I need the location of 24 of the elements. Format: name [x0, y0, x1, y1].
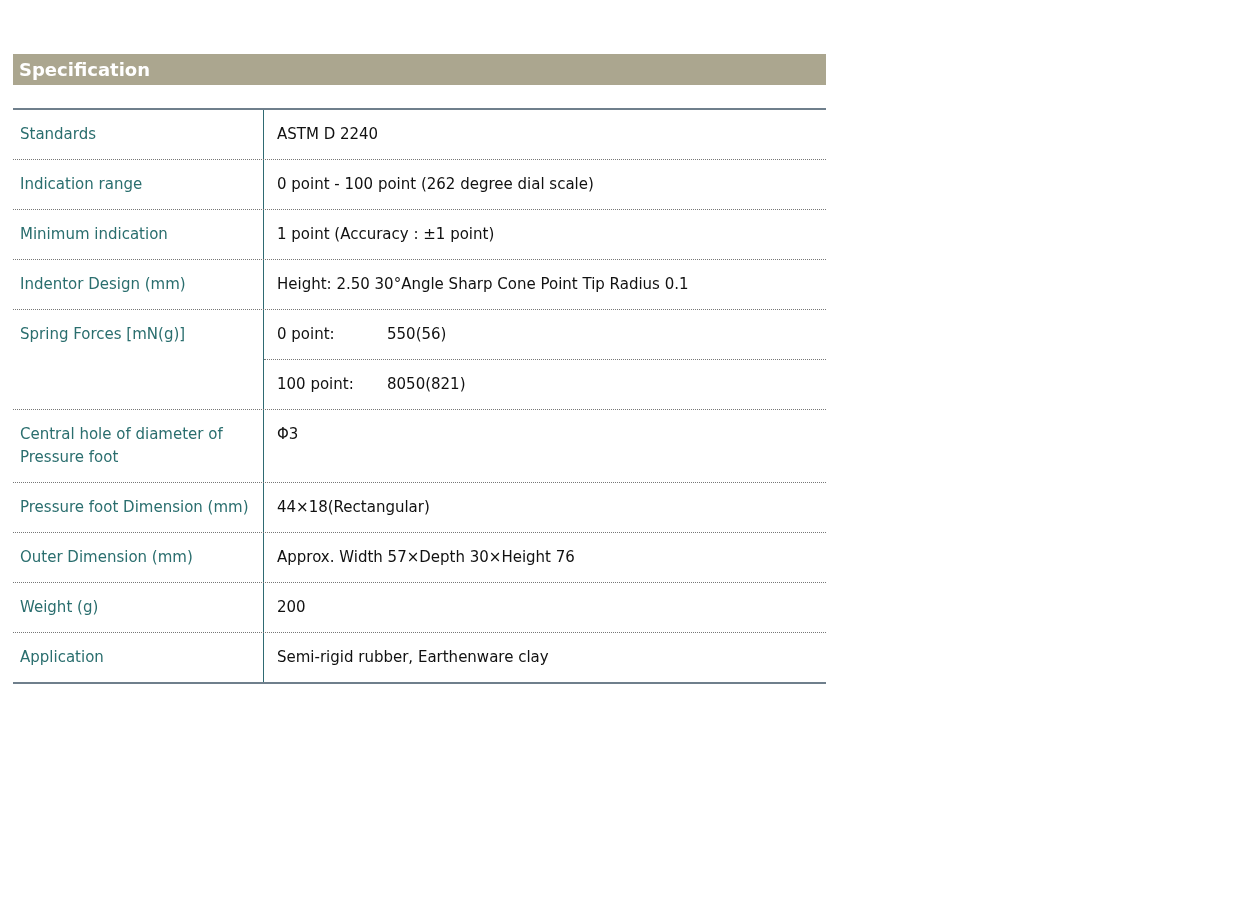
- spec-value: ASTM D 2240: [277, 124, 379, 145]
- spec-value: 8050(821): [387, 374, 466, 395]
- spec-value: 200: [277, 597, 306, 618]
- spec-value: Height: 2.50 30°Angle Sharp Cone Point Tip Radius 0.1: [277, 274, 689, 295]
- spec-label: Weight (g): [19, 597, 100, 618]
- spec-label: Central hole of diameter of Pressure foot: [19, 424, 224, 468]
- spec-label: Outer Dimension (mm): [19, 547, 194, 568]
- spec-value: 0 point:: [277, 324, 336, 345]
- spec-label: Indentor Design (mm): [19, 274, 187, 295]
- spec-label: Spring Forces [mN(g)]: [19, 324, 187, 345]
- spec-label: Minimum indication: [19, 224, 169, 245]
- spec-label: Pressure foot Dimension (mm): [19, 497, 250, 518]
- spec-value: 44×18(Rectangular): [277, 497, 430, 518]
- spec-label: Indication range: [19, 174, 144, 195]
- spec-value: Approx. Width 57×Depth 30×Height 76: [277, 547, 575, 568]
- spec-value: 100 point:: [277, 374, 355, 395]
- spec-label: Standards: [19, 124, 98, 145]
- spec-label: Application: [19, 647, 105, 668]
- section-title: Specification: [13, 54, 826, 85]
- spec-value: Semi-rigid rubber, Earthenware clay: [277, 647, 549, 668]
- spec-value: Φ3: [277, 424, 299, 445]
- spec-value: 550(56): [387, 324, 447, 345]
- spec-value: 0 point - 100 point (262 degree dial scale): [277, 174, 594, 195]
- spec-value: 1 point (Accuracy : ±1 point): [277, 224, 495, 245]
